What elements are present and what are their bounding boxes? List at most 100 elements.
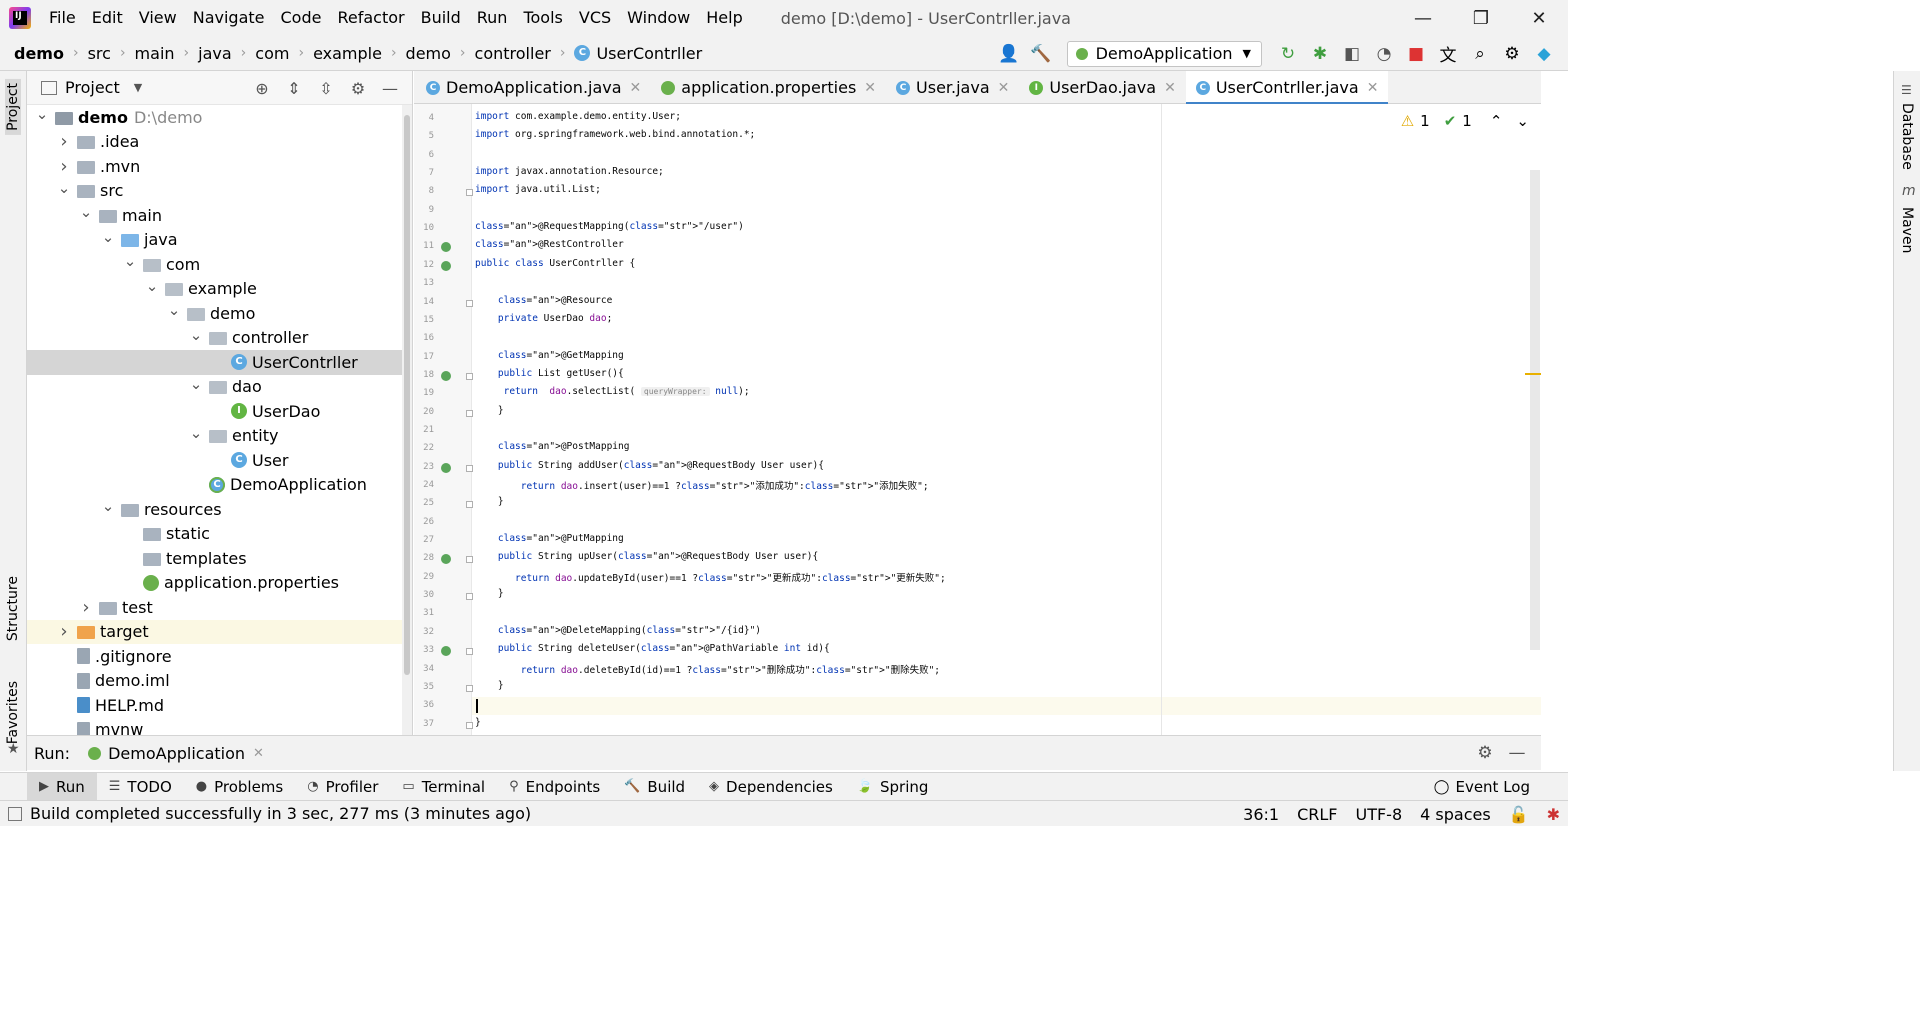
file-encoding[interactable]: UTF-8 [1355,805,1402,824]
code-line[interactable]: class="an">@PostMapping [475,441,630,452]
tree-item-demo-iml[interactable]: demo.iml [27,669,412,694]
event-alert-icon[interactable]: ✱ [1547,805,1560,824]
tab-user-java[interactable]: C User.java ✕ [886,71,1019,104]
spring-bean-gutter-icon[interactable] [441,554,451,565]
settings-icon[interactable]: ⚙ [1469,743,1501,763]
spring-bean-gutter-icon[interactable] [441,260,451,271]
tool-tab-spring[interactable]: 🍃 Spring [845,773,941,801]
project-tool-button[interactable]: Project [5,79,21,135]
fold-marker-icon[interactable] [466,593,473,601]
chevron-down-icon[interactable]: ▼ [134,81,142,94]
project-panel-title[interactable]: Project [65,78,120,97]
settings-icon[interactable]: ⚙ [1496,39,1528,69]
spring-bean-gutter-icon[interactable] [441,462,451,473]
breadcrumb-item[interactable]: example [313,44,382,63]
tree-item-demoapplication[interactable]: C DemoApplication [27,473,412,498]
code-line[interactable]: class="an">@Resource [475,295,612,306]
fold-marker-icon[interactable] [466,299,473,307]
menu-view[interactable]: View [131,0,185,36]
tool-tab-todo[interactable]: ☰ TODO [97,773,184,801]
code-line[interactable]: import javax.annotation.Resource; [475,166,664,177]
fold-marker-icon[interactable] [466,684,473,692]
code-line[interactable]: import java.util.List; [475,184,601,195]
tree-item-usercontrller[interactable]: C UserContrller [27,350,412,375]
collapse-all-icon[interactable]: ⇳ [310,79,342,98]
menu-window[interactable]: Window [619,0,698,36]
tree-item-static[interactable]: static [27,522,412,547]
tree-item-src[interactable]: ⌄ src [27,179,412,204]
tool-tab-profiler[interactable]: ◔ Profiler [295,773,390,801]
menu-code[interactable]: Code [273,0,330,36]
code-line[interactable]: } [475,717,481,728]
fold-marker-icon[interactable] [466,189,473,197]
close-icon[interactable]: ✕ [998,80,1010,96]
line-separator[interactable]: CRLF [1297,805,1337,824]
chevron-down-icon[interactable]: ⌄ [57,179,71,197]
chevron-down-icon[interactable]: ⌄ [101,497,115,515]
code-line[interactable]: } [475,588,504,599]
chevron-right-icon[interactable]: › [57,621,71,642]
tree-item-com[interactable]: ⌄ com [27,252,412,277]
chevron-right-icon[interactable]: › [57,131,71,152]
toolbox-icon[interactable]: ◆ [1528,39,1560,69]
menu-file[interactable]: File [41,0,84,36]
chevron-up-icon[interactable]: ⌃ [1490,112,1503,130]
menu-help[interactable]: Help [698,0,750,36]
code-line[interactable]: } [475,496,504,507]
close-icon[interactable]: ✕ [1367,80,1379,96]
tree-item--gitignore[interactable]: .gitignore [27,644,412,669]
tool-tab-dependencies[interactable]: ◈ Dependencies [697,773,845,801]
tool-tab-endpoints[interactable]: ⚲ Endpoints [497,773,612,801]
code-line[interactable]: public String addUser(class="an">@Reques… [475,460,824,471]
breadcrumb-item[interactable]: controller [475,44,551,63]
tree-item-demo[interactable]: ⌄ demo [27,301,412,326]
code-line[interactable]: return dao.selectList( queryWrapper: nul… [475,386,750,397]
breadcrumb-item[interactable]: src [88,44,111,63]
tree-item-target[interactable]: › target [27,619,412,644]
warning-stripe-marker[interactable] [1525,373,1541,375]
tree-item-userdao[interactable]: I UserDao [27,399,412,424]
run-tab-demoapplication[interactable]: DemoApplication ✕ [88,744,264,763]
fold-marker-icon[interactable] [466,372,473,380]
spring-bean-gutter-icon[interactable] [441,646,451,657]
chevron-down-icon[interactable]: ⌄ [189,326,203,344]
chevron-right-icon[interactable]: › [79,597,93,618]
database-tool-button[interactable]: Database [1899,103,1915,170]
close-icon[interactable]: ✕ [630,80,642,96]
editor-scrollbar[interactable] [1530,170,1540,650]
maven-tool-button[interactable]: Maven [1899,207,1915,253]
code-line[interactable]: private UserDao dao; [475,313,612,324]
menu-tools[interactable]: Tools [515,0,570,36]
code-line[interactable]: return dao.deleteById(id)==1 ?class="str… [475,662,940,676]
indent-setting[interactable]: 4 spaces [1420,805,1491,824]
build-hammer-icon[interactable]: 🔨 [1025,39,1057,69]
tree-item-user[interactable]: C User [27,448,412,473]
code-line[interactable]: } [475,680,504,691]
coverage-icon[interactable]: ◧ [1336,39,1368,69]
debug-icon[interactable]: ✱ [1304,39,1336,69]
profile-icon[interactable]: ◔ [1368,39,1400,69]
spring-bean-gutter-icon[interactable] [441,370,451,381]
project-scrollbar[interactable] [402,105,412,735]
tree-item-dao[interactable]: ⌄ dao [27,375,412,400]
translate-icon[interactable]: 文 [1432,39,1464,69]
menu-edit[interactable]: Edit [84,0,131,36]
code-line[interactable]: public List getUser(){ [475,368,624,379]
code-line[interactable]: import com.example.demo.entity.User; [475,111,681,122]
tool-tab-run[interactable]: ▶ Run [27,772,97,801]
code-line[interactable]: return dao.updateById(user)==1 ?class="s… [475,570,946,584]
status-message[interactable]: Build completed successfully in 3 sec, 2… [30,804,531,823]
breadcrumb-item[interactable]: UserContrller [596,44,702,63]
fold-marker-icon[interactable] [466,648,473,656]
tree-item-help-md[interactable]: HELP.md [27,693,412,718]
chevron-down-icon[interactable]: ⌄ [167,301,181,319]
chevron-down-icon[interactable]: ⌄ [35,105,49,123]
chevron-down-icon[interactable]: ⌄ [1516,112,1529,130]
close-icon[interactable]: ✕ [864,80,876,96]
expand-all-icon[interactable]: ⇕ [278,79,310,98]
stop-icon[interactable]: ■ [1400,39,1432,69]
tool-tab-problems[interactable]: ● Problems [184,773,295,801]
tree-item-test[interactable]: › test [27,595,412,620]
tool-tab-build[interactable]: 🔨 Build [612,773,697,801]
fold-marker-icon[interactable] [466,464,473,472]
